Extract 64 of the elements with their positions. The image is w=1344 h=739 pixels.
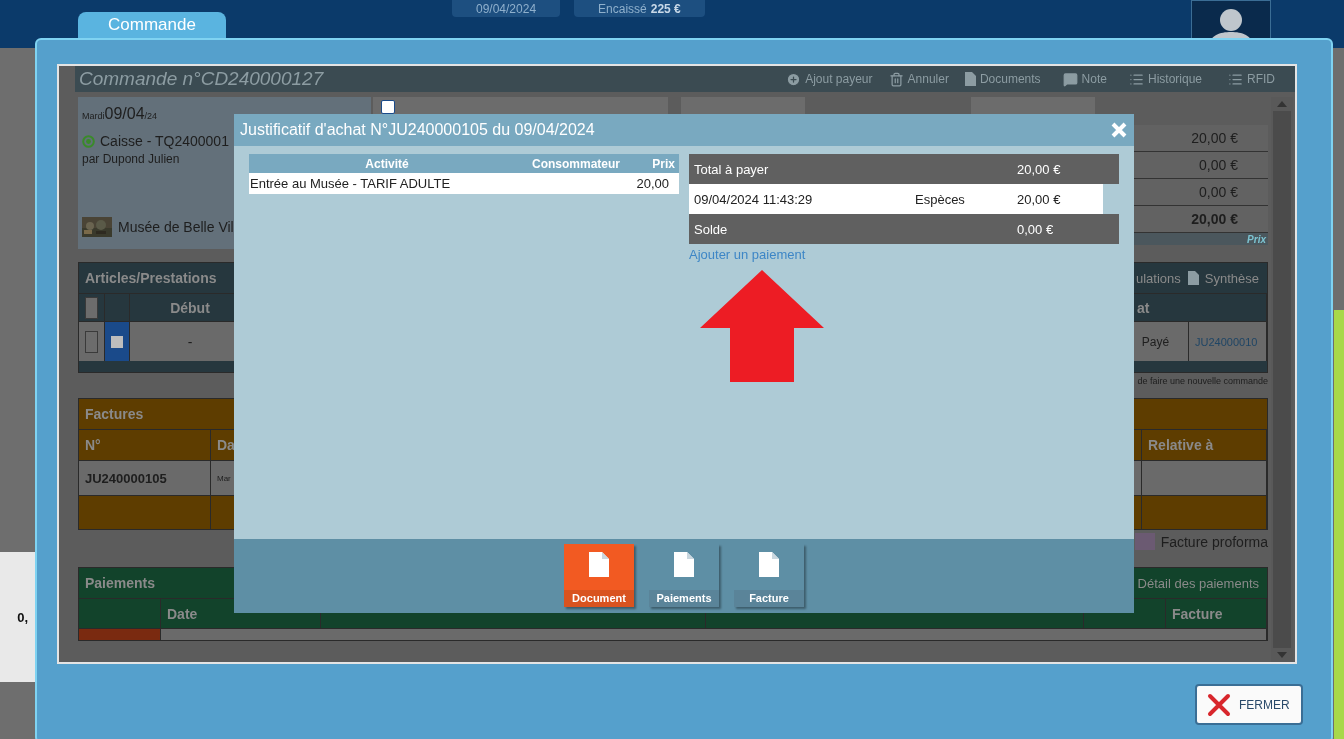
close-icon[interactable]	[1110, 121, 1128, 139]
order-title: Commande n°CD240000127	[79, 68, 325, 90]
total-row: Total à payer 20,00 €	[689, 154, 1119, 184]
amount-value: 0,00 €	[1199, 184, 1238, 200]
checkbox[interactable]	[85, 296, 98, 319]
close-icon	[1207, 692, 1231, 717]
header-action[interactable]: Note	[1062, 71, 1107, 87]
document-icon	[964, 72, 976, 86]
file-icon	[589, 552, 609, 577]
day-label: Mardi	[82, 111, 105, 121]
price-note: Prix	[1247, 233, 1266, 245]
document-tab[interactable]: Paiements	[649, 544, 719, 607]
scroll-down-icon[interactable]	[1277, 652, 1287, 658]
cashed-chip: Encaissé 225 €	[574, 0, 705, 17]
trash-icon	[888, 71, 904, 87]
total-value: 0,	[17, 609, 28, 625]
speech-bubble-icon	[1062, 71, 1078, 87]
file-icon	[759, 552, 779, 577]
venue-label: Musée de Belle Vil	[118, 219, 234, 235]
dialog-title: Justificatif d'achat N°JU240000105 du 09/04/2024	[240, 121, 596, 139]
table-cell: JU240000105	[79, 460, 211, 495]
checkbox[interactable]	[381, 100, 395, 114]
checkbox[interactable]	[85, 330, 98, 353]
section-title: Paiements	[85, 575, 157, 591]
table-header: Activité Consommateur Prix	[249, 154, 679, 173]
add-payment-link[interactable]: Ajouter un paiement	[689, 247, 806, 262]
author-label: par Dupond Julien	[82, 152, 181, 166]
payment-row: 09/04/2024 11:43:29 Espèces 20,00 €	[689, 184, 1103, 214]
year-label: /24	[144, 111, 158, 121]
scroll-up-icon[interactable]	[1277, 101, 1287, 107]
section-title: Articles/Prestations	[85, 270, 218, 286]
header-action[interactable]: Documents	[964, 72, 1041, 86]
date-label: 09/04	[104, 105, 145, 123]
synthesis-link[interactable]: Synthèse	[1187, 270, 1259, 286]
amount-value: 0,00 €	[1199, 157, 1238, 173]
column-header: N°	[79, 429, 211, 460]
header-action[interactable]: Annuler	[888, 71, 949, 87]
amount-value: 20,00 €	[1191, 211, 1238, 227]
payment-details-link[interactable]: Détail des paiements	[1137, 575, 1259, 591]
column-header: Relative à	[1142, 429, 1267, 460]
source-label: Caisse - TQ2400001	[100, 133, 229, 149]
document-tab[interactable]: Facture	[734, 544, 804, 607]
activity-cell-text: Entrée au Musée - TARIF ADULTE	[249, 176, 452, 191]
header-action[interactable]: RFID	[1228, 71, 1275, 87]
header-action[interactable]: Ajout payeur	[786, 71, 873, 87]
balance-row: Solde 0,00 €	[689, 214, 1119, 244]
plus-icon	[786, 71, 802, 87]
column-header: Facture	[1166, 598, 1267, 628]
document-tab[interactable]: Document	[564, 544, 634, 607]
invoice-link[interactable]: JU24000010	[1195, 335, 1258, 348]
legend-label: Facture proforma	[1160, 533, 1268, 550]
file-icon	[674, 552, 694, 577]
cancellations-link[interactable]: ulations	[1136, 270, 1181, 286]
date-chip: 09/04/2024	[452, 0, 561, 17]
header-action[interactable]: Historique	[1128, 71, 1202, 87]
section-title: Factures	[85, 406, 145, 422]
document-icon	[1187, 271, 1199, 285]
list-icon	[1128, 71, 1144, 87]
amount-value: 20,00 €	[1191, 130, 1238, 146]
checkbox[interactable]	[111, 335, 123, 348]
price-cell-text: 20,00	[635, 176, 670, 191]
close-button[interactable]: FERMER	[1195, 684, 1303, 725]
radio-icon	[82, 134, 95, 148]
list-icon	[1228, 71, 1243, 87]
